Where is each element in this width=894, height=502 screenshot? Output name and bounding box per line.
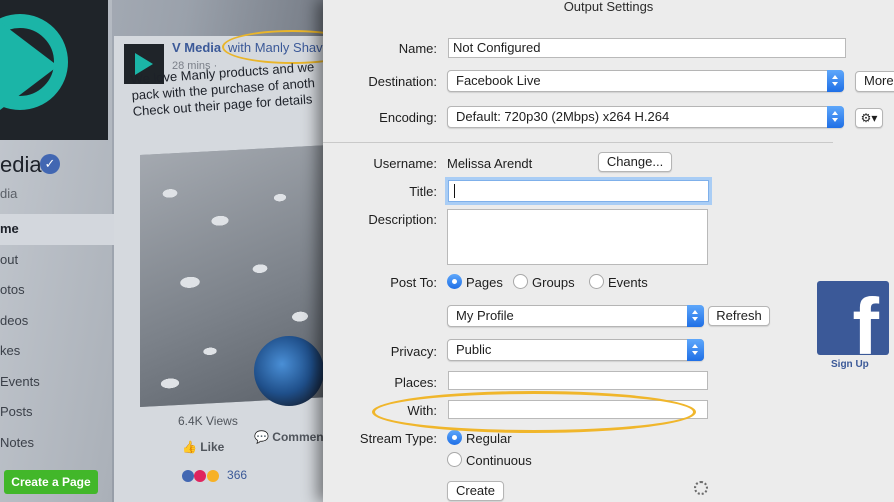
with-field-highlight-ring — [372, 391, 696, 433]
name-field[interactable]: Not Configured — [448, 38, 846, 58]
text-caret — [454, 184, 455, 198]
fb-page-nav: me out otos deos kes Events Posts Notes — [0, 214, 126, 458]
post-like-button[interactable]: 👍 Like — [182, 440, 224, 454]
facebook-f-letter: f — [852, 282, 879, 371]
post-to-pages-radio[interactable] — [447, 274, 462, 289]
destination-select-arrows-icon — [827, 70, 844, 92]
fb-nav-item-about[interactable]: out — [0, 245, 126, 276]
username-label: Username: — [373, 156, 437, 171]
background-facebook-page: edia ✓ dia me out otos deos kes Events P… — [0, 0, 330, 502]
post-to-label: Post To: — [390, 275, 437, 290]
fb-page-profile-picture — [0, 0, 108, 140]
post-reactions[interactable]: 366 — [182, 468, 247, 482]
fb-page-name: edia — [0, 152, 42, 177]
profile-value: My Profile — [456, 308, 514, 323]
encoding-value: Default: 720p30 (2Mbps) x264 H.264 — [456, 109, 670, 124]
username-value: Melissa Arendt — [447, 156, 533, 171]
privacy-label: Privacy: — [390, 344, 437, 359]
stream-type-regular-label[interactable]: Regular — [466, 431, 512, 446]
post-to-groups-label[interactable]: Groups — [532, 275, 575, 290]
title-label: Title: — [409, 184, 437, 199]
encoding-label: Encoding: — [379, 110, 437, 125]
fb-sidebar: edia ✓ dia me out otos deos kes Events P… — [0, 0, 126, 502]
like-reaction-icon — [182, 469, 194, 482]
post-reaction-count: 366 — [227, 468, 248, 482]
destination-label: Destination: — [368, 74, 437, 89]
fb-nav-item-notes[interactable]: Notes — [0, 428, 126, 459]
fb-nav-item-videos[interactable]: deos — [0, 306, 126, 337]
post-comment-label: Comment — [272, 430, 328, 444]
fb-nav-item-posts[interactable]: Posts — [0, 397, 126, 428]
encoding-gear-button[interactable]: ⚙▾ — [855, 108, 883, 128]
facebook-sign-up-link[interactable]: Sign Up — [831, 359, 869, 370]
post-like-label: Like — [200, 440, 225, 454]
fb-nav-item-events[interactable]: Events — [0, 367, 126, 398]
dialog-title: Output Settings — [563, 0, 654, 14]
more-button[interactable]: More — [855, 71, 894, 92]
title-input[interactable] — [448, 180, 709, 202]
stream-type-continuous-radio[interactable] — [447, 452, 462, 467]
post-view-count: 6.4K Views — [178, 414, 238, 428]
fb-page-handle: dia — [0, 186, 18, 201]
stream-type-continuous-label[interactable]: Continuous — [466, 453, 532, 468]
post-author-name[interactable]: V Media — [172, 40, 221, 55]
v-media-logo-icon — [0, 22, 58, 110]
profile-select-arrows-icon — [687, 305, 704, 327]
section-divider — [323, 142, 833, 143]
create-button[interactable]: Create — [447, 481, 504, 501]
encoding-select-arrows-icon — [827, 106, 844, 128]
privacy-select-arrows-icon — [687, 339, 704, 361]
fb-nav-item-likes[interactable]: kes — [0, 336, 126, 367]
destination-select[interactable]: Facebook Live — [447, 70, 844, 92]
name-label: Name: — [398, 41, 437, 56]
fb-nav-item-photos[interactable]: otos — [0, 275, 126, 306]
encoding-select[interactable]: Default: 720p30 (2Mbps) x264 H.264 — [447, 106, 844, 128]
stream-type-label: Stream Type: — [359, 431, 437, 446]
gear-icon: ⚙▾ — [860, 111, 878, 125]
post-comment-button[interactable]: 💬 Comment — [254, 430, 328, 444]
fb-post-card: V Media with Manly Shav 28 mins · We lov… — [114, 30, 330, 502]
post-image-razor — [254, 336, 324, 406]
post-to-events-radio[interactable] — [589, 274, 604, 289]
loading-spinner-icon — [694, 481, 708, 495]
privacy-value: Public — [456, 342, 492, 357]
post-to-pages-label[interactable]: Pages — [466, 275, 503, 290]
post-to-groups-radio[interactable] — [513, 274, 528, 289]
refresh-button[interactable]: Refresh — [708, 306, 770, 326]
stream-type-regular-radio[interactable] — [447, 430, 462, 445]
description-textarea[interactable] — [447, 209, 708, 265]
facebook-logo-icon[interactable]: f — [817, 281, 889, 367]
verified-badge-icon: ✓ — [40, 154, 60, 174]
places-input[interactable] — [448, 371, 708, 390]
description-label: Description: — [368, 212, 437, 227]
fb-nav-item-home[interactable]: me — [0, 214, 126, 245]
privacy-select[interactable]: Public — [447, 339, 704, 361]
destination-value: Facebook Live — [456, 73, 541, 88]
profile-select[interactable]: My Profile — [447, 305, 704, 327]
places-label: Places: — [394, 375, 437, 390]
create-a-page-button[interactable]: Create a Page — [4, 470, 98, 494]
haha-reaction-icon — [206, 469, 219, 482]
change-button[interactable]: Change... — [598, 152, 672, 172]
post-to-events-label[interactable]: Events — [608, 275, 648, 290]
love-reaction-icon — [194, 469, 207, 482]
